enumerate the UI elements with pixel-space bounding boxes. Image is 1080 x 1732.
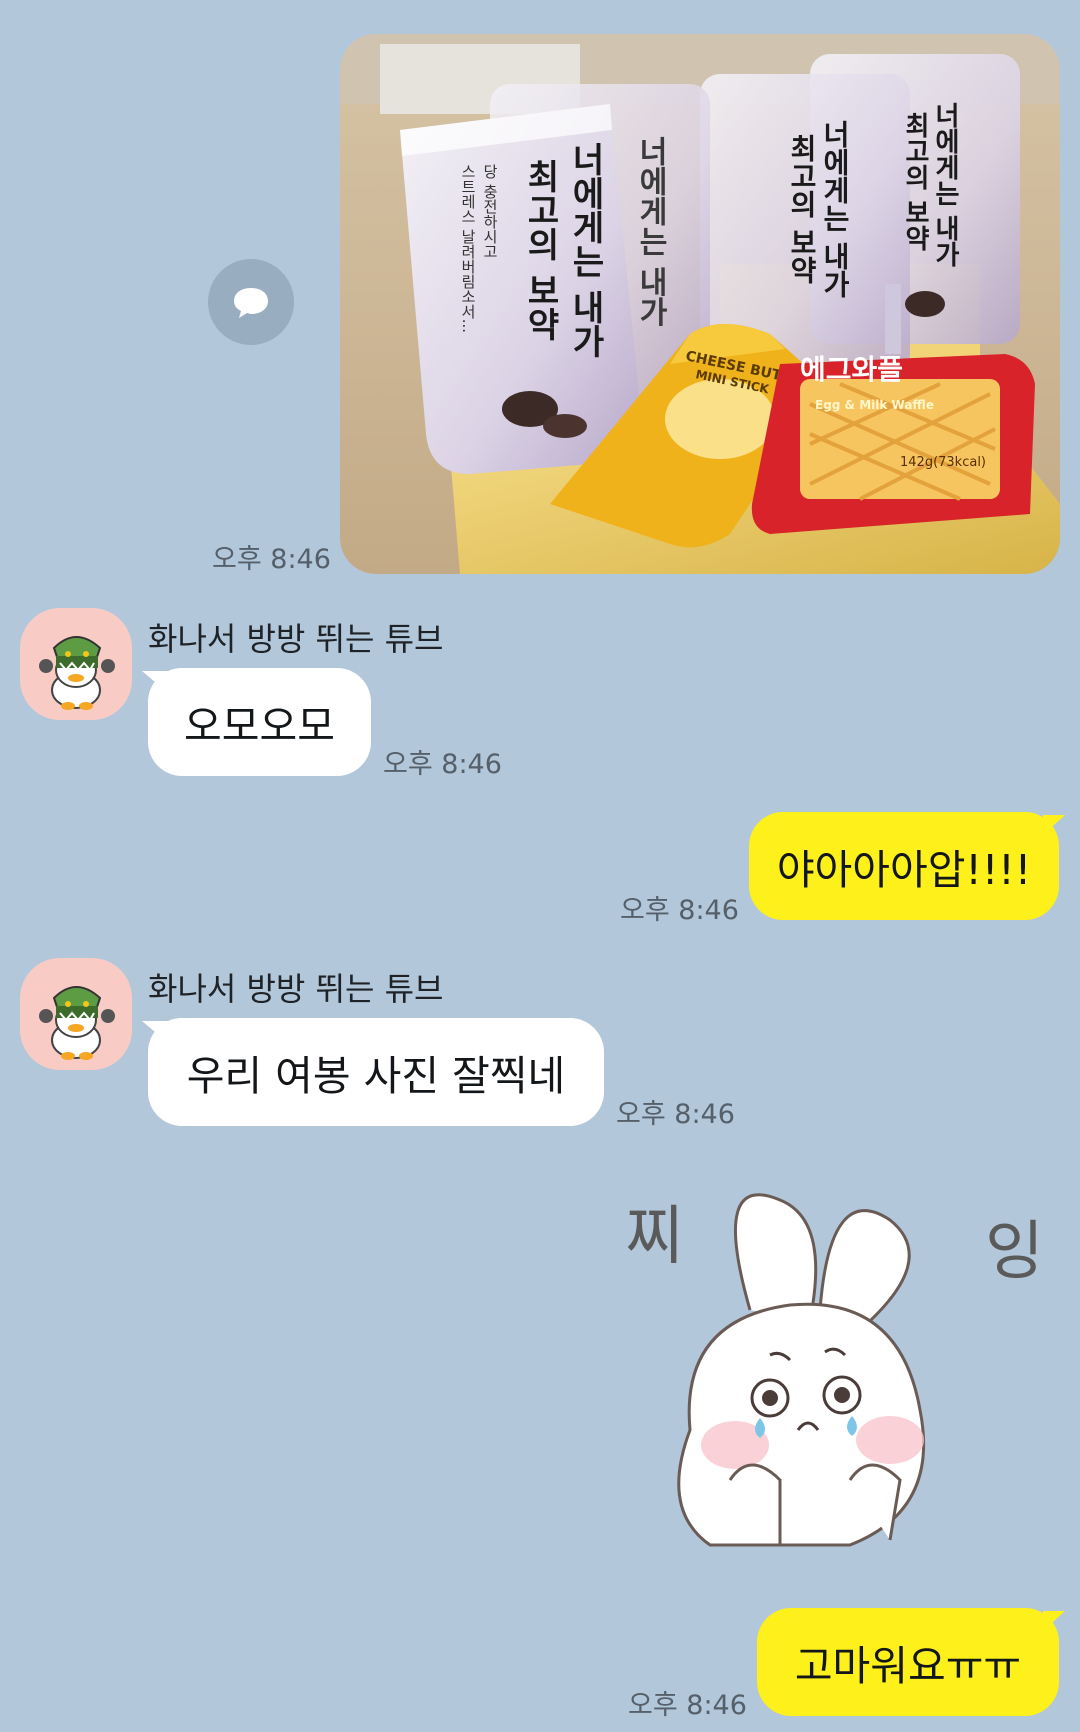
message-bubble[interactable]: 고마워요ㅠㅠ	[757, 1608, 1059, 1716]
avatar[interactable]	[20, 608, 132, 720]
shared-photo[interactable]: 너에게는 내가 최고의 보약 당 충전하시고 스트레스 날려버림소서... 너에…	[340, 34, 1060, 574]
snack2-kcal: 142g(73kcal)	[900, 455, 986, 470]
tube-character-avatar	[39, 636, 115, 710]
pouch-small2: 스트레스 날려버림소서...	[459, 164, 477, 333]
svg-text:최고의 보약: 최고의 보약	[786, 134, 819, 284]
snack2-name: 에그와플	[800, 353, 903, 386]
sender-name: 화나서 방방 뛰는 튜브	[148, 620, 444, 658]
sender-name: 화나서 방방 뛰는 튜브	[148, 970, 444, 1008]
svg-text:너에게는 내가: 너에게는 내가	[633, 136, 668, 327]
message-bubble[interactable]: 우리 여봉 사진 잘찍네	[148, 1018, 604, 1126]
bubble-tail	[1043, 1611, 1065, 1631]
message-time: 오후 8:46	[628, 1690, 747, 1721]
message-bubble[interactable]: 야아아아압!!!!	[749, 812, 1059, 920]
sticker-text-left: 찌	[625, 1200, 684, 1274]
pouch-line1: 너에게는 내가	[565, 142, 605, 358]
chat-bubble-icon	[234, 288, 268, 318]
pouch-small1: 당 충전하시고	[481, 164, 499, 259]
tube-character-avatar	[39, 986, 115, 1060]
svg-text:최고의 보약: 최고의 보약	[900, 112, 930, 251]
svg-text:너에게는 내가: 너에게는 내가	[930, 102, 960, 267]
sticker-text-right: 잉	[985, 1215, 1044, 1289]
avatar[interactable]	[20, 958, 132, 1070]
svg-text:너에게는 내가: 너에게는 내가	[819, 120, 852, 298]
snack2-sub: Egg & Milk Waffle	[815, 398, 934, 412]
chat-room: 오후 8:46 너에게는 내가 최고의 보약 당 충전하시고 스트레스 날려버림…	[0, 0, 1080, 1732]
message-time: 오후 8:46	[620, 895, 739, 926]
pouch-line2: 최고의 보약	[520, 159, 560, 341]
message-bubble[interactable]: 오모오모	[148, 668, 371, 776]
bubble-tail	[1043, 815, 1065, 835]
photo-time: 오후 8:46	[212, 544, 331, 575]
message-time: 오후 8:46	[616, 1099, 735, 1130]
share-button[interactable]	[208, 259, 294, 345]
message-time: 오후 8:46	[383, 749, 502, 780]
